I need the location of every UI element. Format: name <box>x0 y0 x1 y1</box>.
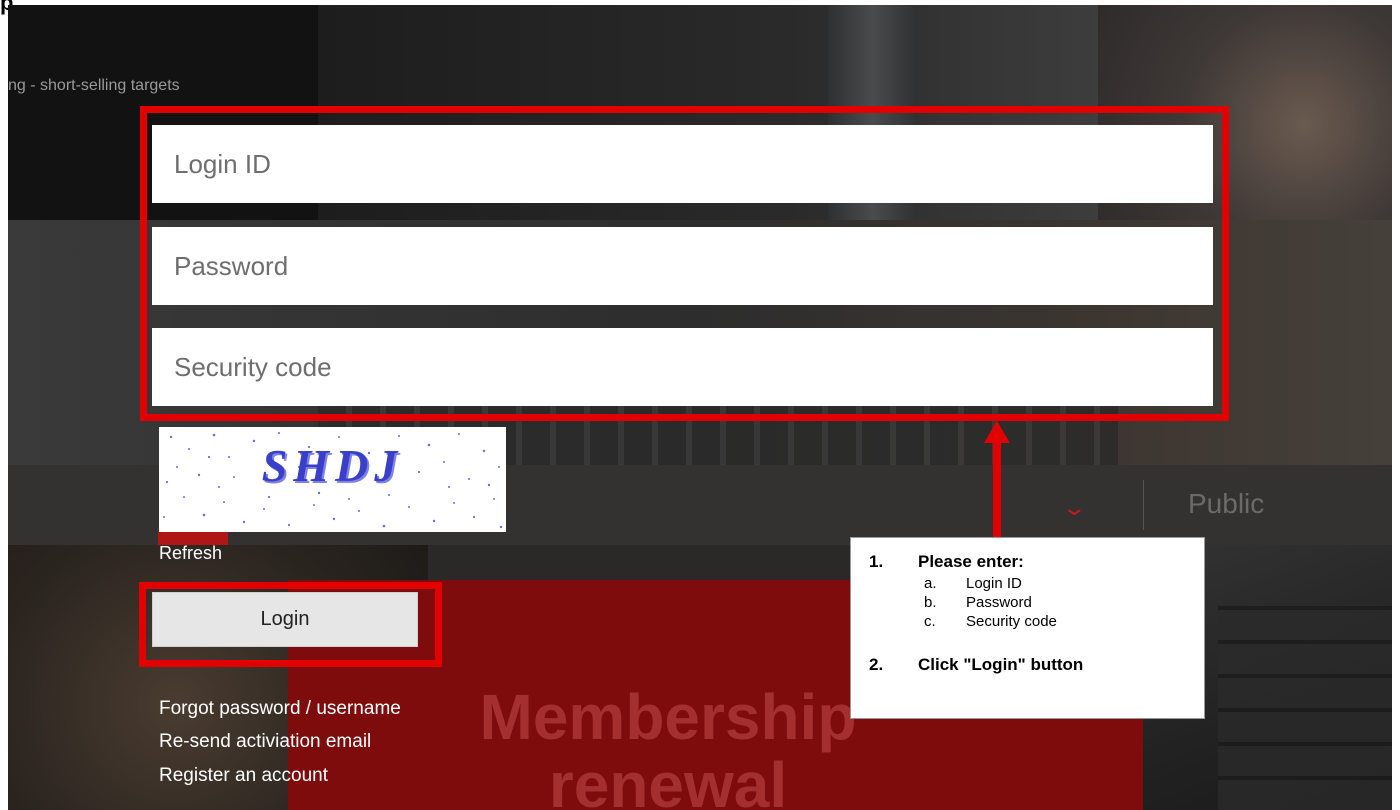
forgot-password-link[interactable]: Forgot password / username <box>159 698 401 720</box>
step-number: 1. <box>869 552 884 571</box>
list-item-text: Password <box>966 594 1032 611</box>
annotation-arrow-shaft <box>993 437 1001 537</box>
list-item-letter: c. <box>924 613 936 630</box>
banner-title-line2: renewal <box>548 749 788 810</box>
resend-activation-link[interactable]: Re-send activiation email <box>159 731 371 753</box>
arrow-up-icon <box>984 421 1010 443</box>
captcha-text: SHDJ <box>261 440 404 491</box>
list-item-letter: a. <box>924 575 937 592</box>
list-item-text: Login ID <box>966 575 1022 592</box>
register-account-link[interactable]: Register an account <box>159 765 328 787</box>
annotation-box-fields <box>140 106 1229 421</box>
chevron-down-icon[interactable]: ⌄ <box>1061 495 1087 521</box>
nav-public-label[interactable]: Public <box>1188 488 1264 520</box>
annotation-box-login <box>139 582 442 667</box>
list-item-text: Security code <box>966 613 1057 630</box>
captcha-refresh-link[interactable]: Refresh <box>159 543 222 564</box>
background-keyboard <box>1218 605 1392 810</box>
step-title: Please enter: <box>918 552 1024 571</box>
captcha-image: SHDJ <box>159 427 506 532</box>
instruction-callout: 1. Please enter: a. Login ID b. Password… <box>850 537 1205 719</box>
step-number: 2. <box>869 655 884 674</box>
step-title: Click "Login" button <box>918 655 1084 674</box>
ticker-text: ng - short-selling targets <box>8 77 180 94</box>
list-item-letter: b. <box>924 594 937 611</box>
nav-divider <box>1143 480 1144 530</box>
